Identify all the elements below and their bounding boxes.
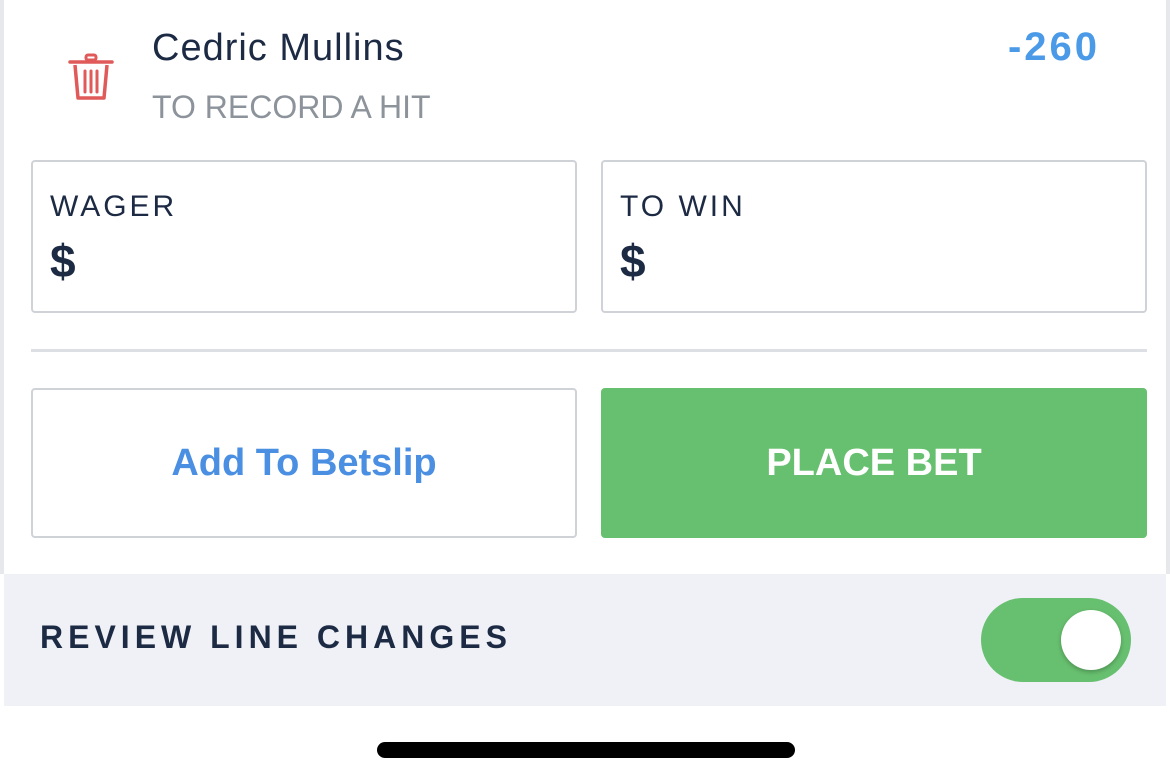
home-indicator (377, 742, 795, 758)
wager-label: WAGER (50, 190, 178, 223)
to-win-currency: $ (620, 235, 646, 287)
bet-card: Cedric Mullins TO RECORD A HIT -260 WAGE… (0, 0, 1170, 574)
to-win-label: TO WIN (620, 190, 746, 223)
trash-icon[interactable] (66, 52, 116, 102)
wager-field[interactable]: WAGER $ (31, 160, 577, 313)
to-win-field[interactable]: TO WIN $ (601, 160, 1147, 313)
player-name: Cedric Mullins (152, 27, 405, 69)
review-line-changes-label: REVIEW LINE CHANGES (40, 619, 512, 655)
add-to-betslip-button[interactable]: Add To Betslip (31, 388, 577, 538)
market-name: TO RECORD A HIT (152, 89, 431, 125)
odds-value: -260 (1007, 25, 1100, 69)
divider (31, 349, 1147, 352)
wager-currency: $ (50, 235, 76, 287)
place-bet-button[interactable]: PLACE BET (601, 388, 1147, 538)
toggle-knob (1061, 610, 1121, 670)
bet-slip-screen: Cedric Mullins TO RECORD A HIT -260 WAGE… (0, 0, 1170, 782)
review-line-changes-toggle[interactable] (981, 598, 1131, 682)
review-line-changes-bar: REVIEW LINE CHANGES (4, 574, 1166, 706)
